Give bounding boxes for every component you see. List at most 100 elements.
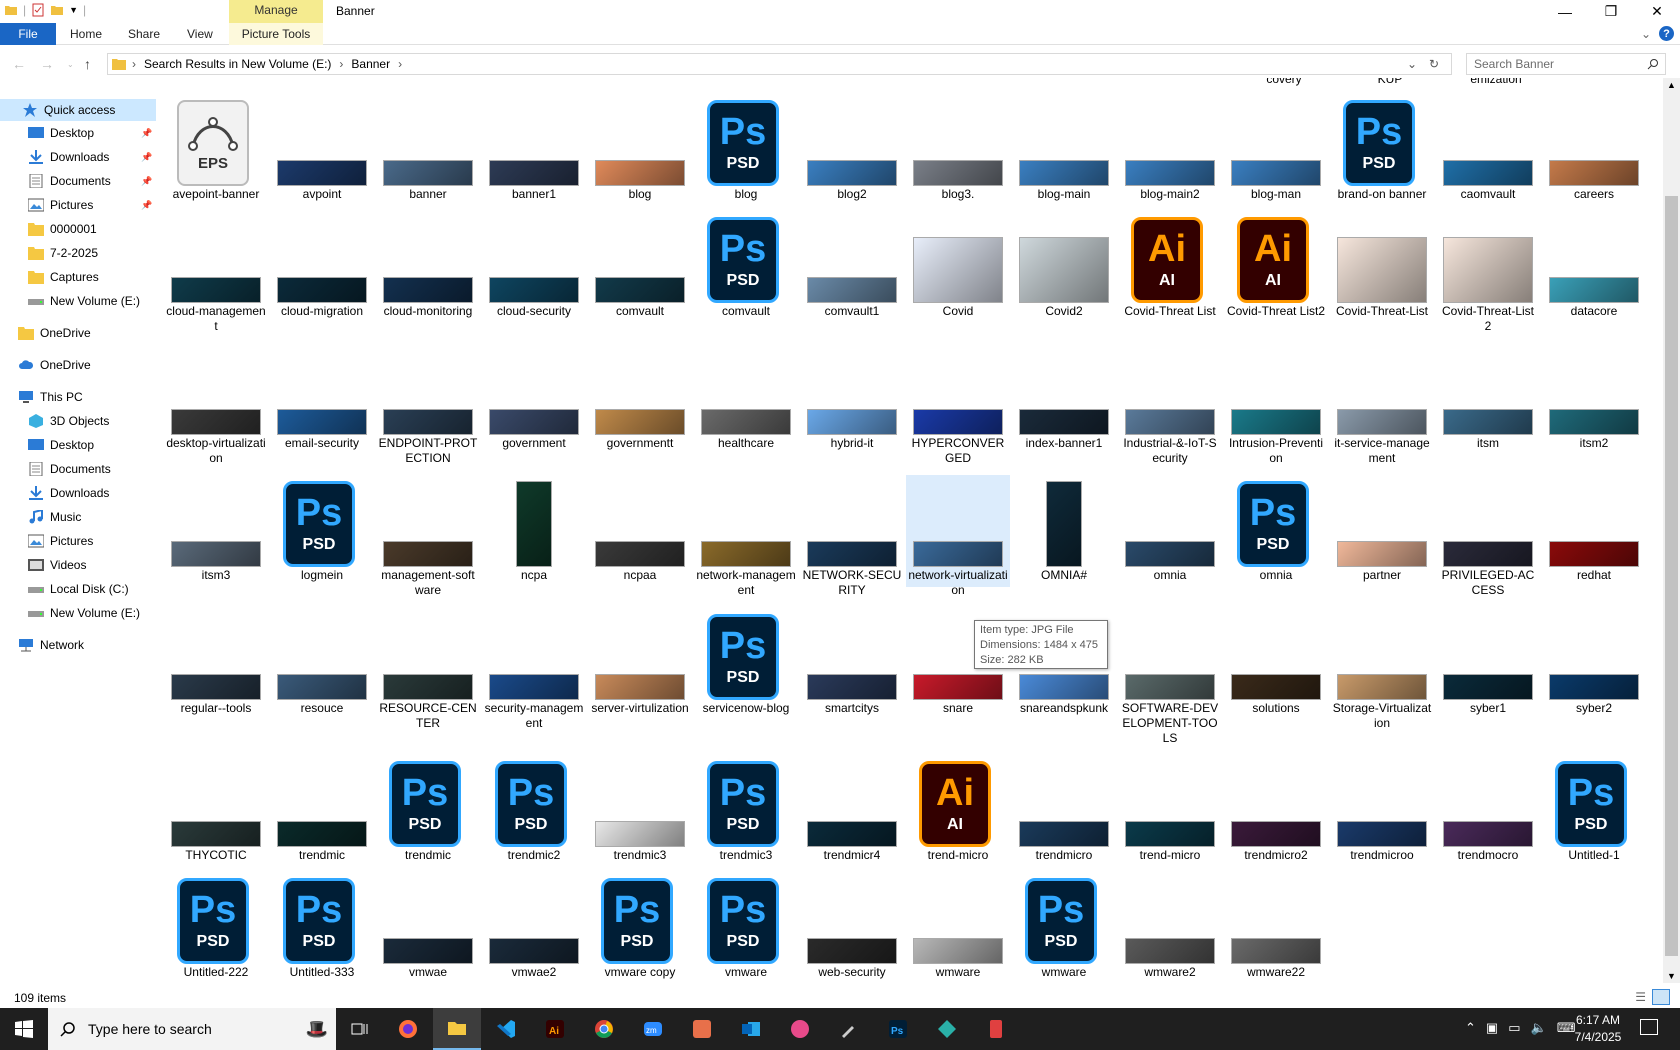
file-item[interactable]: Ps PSD Untitled-333 — [270, 872, 374, 983]
file-item[interactable]: management-software — [376, 475, 480, 597]
file-item[interactable]: wmware22 — [1224, 872, 1328, 983]
file-item[interactable]: Ps PSD trendmic3 — [694, 755, 798, 867]
file-item[interactable]: trendmicro2 — [1224, 755, 1328, 867]
nav-item-network[interactable]: Network — [0, 634, 156, 656]
file-item[interactable]: regular--tools — [164, 608, 268, 720]
device-icon[interactable]: ▣ — [1486, 1020, 1498, 1036]
start-button[interactable] — [0, 1008, 48, 1050]
file-item[interactable]: Industrial-&-IoT-Security — [1118, 343, 1222, 465]
file-item[interactable]: cloud-migration — [270, 211, 374, 323]
taskbar-app-pink[interactable] — [776, 1008, 824, 1050]
nav-item-pictures[interactable]: Pictures 📌 — [0, 194, 156, 216]
file-item[interactable]: redhat — [1542, 475, 1646, 587]
taskbar-file-explorer[interactable] — [433, 1008, 481, 1050]
file-item[interactable]: Ps PSD trendmic — [376, 755, 480, 867]
file-item[interactable]: omnia — [1118, 475, 1222, 587]
chevron-right-icon[interactable]: › — [339, 57, 343, 71]
file-item[interactable]: Ps PSD trendmic2 — [482, 755, 586, 867]
file-item[interactable]: Ps PSD brand-on banner — [1330, 94, 1434, 206]
notifications-icon[interactable] — [1640, 1019, 1658, 1035]
scroll-down-icon[interactable]: ▼ — [1667, 971, 1676, 981]
pin-icon[interactable]: 📌 — [141, 200, 152, 211]
address-dropdown-icon[interactable]: ⌄ — [1407, 57, 1417, 71]
file-item[interactable]: cloud-security — [482, 211, 586, 323]
file-item[interactable]: healthcare — [694, 343, 798, 455]
vertical-scrollbar[interactable]: ▲ ▼ — [1663, 78, 1680, 983]
file-item[interactable]: Storage-Virtualization — [1330, 608, 1434, 730]
nav-item-documents[interactable]: Documents 📌 — [0, 170, 156, 192]
file-item[interactable]: avpoint — [270, 94, 374, 206]
recent-locations-icon[interactable]: ⌄ — [67, 60, 74, 69]
file-item[interactable]: trendmic — [270, 755, 374, 867]
file-item[interactable]: vmwae — [376, 872, 480, 983]
taskbar-firefox[interactable] — [384, 1008, 432, 1050]
file-item[interactable]: Ps PSD servicenow-blog — [694, 608, 798, 720]
taskbar-app-orange[interactable] — [678, 1008, 726, 1050]
nav-item-documents[interactable]: Documents — [0, 458, 156, 480]
file-item[interactable]: Ps PSD logmein — [270, 475, 374, 587]
file-item[interactable]: trendmicr4 — [800, 755, 904, 867]
file-item[interactable]: Covid2 — [1012, 211, 1116, 323]
file-item[interactable]: blog — [588, 94, 692, 206]
chevron-up-icon[interactable]: ⌃ — [1465, 1020, 1476, 1036]
file-item[interactable]: hybrid-it — [800, 343, 904, 455]
file-item[interactable]: comvault1 — [800, 211, 904, 323]
file-item[interactable]: caomvault — [1436, 94, 1540, 206]
up-arrow-icon[interactable]: ↑ — [84, 56, 91, 72]
refresh-icon[interactable]: ↻ — [1429, 57, 1439, 71]
scrollbar-thumb[interactable] — [1665, 196, 1678, 956]
nav-item-quick-access[interactable]: Quick access — [0, 99, 156, 121]
scroll-up-icon[interactable]: ▲ — [1667, 80, 1676, 90]
file-item[interactable]: wmware2 — [1118, 872, 1222, 983]
file-item[interactable]: Ps PSD blog — [694, 94, 798, 206]
nav-item-downloads[interactable]: Downloads 📌 — [0, 146, 156, 168]
file-item[interactable]: ENDPOINT-PROTECTION — [376, 343, 480, 465]
file-item[interactable]: trendmic3 — [588, 755, 692, 867]
manage-context-tab[interactable]: Manage — [229, 0, 323, 23]
taskbar-outlook[interactable] — [727, 1008, 775, 1050]
file-item[interactable]: desktop-virtualization — [164, 343, 268, 465]
file-item[interactable]: vmwae2 — [482, 872, 586, 983]
file-item[interactable]: cloud-monitoring — [376, 211, 480, 323]
nav-item-0000001[interactable]: 0000001 — [0, 218, 156, 240]
taskbar-vscode[interactable] — [482, 1008, 530, 1050]
nav-item-7-2-2025[interactable]: 7-2-2025 — [0, 242, 156, 264]
file-item[interactable]: trendmicroo — [1330, 755, 1434, 867]
file-item[interactable]: blog-man — [1224, 94, 1328, 206]
taskbar-photoshop[interactable]: Ps — [874, 1008, 922, 1050]
new-folder-icon[interactable] — [50, 3, 64, 17]
file-item[interactable]: email-security — [270, 343, 374, 455]
folder-icon[interactable] — [4, 3, 18, 17]
file-item[interactable]: server-virtulization — [588, 608, 692, 720]
back-arrow-icon[interactable]: ← — [12, 56, 26, 72]
pin-icon[interactable]: 📌 — [141, 128, 152, 139]
file-item[interactable]: trendmocro — [1436, 755, 1540, 867]
nav-item-local-disk-c-[interactable]: Local Disk (C:) — [0, 578, 156, 600]
nav-item-captures[interactable]: Captures — [0, 266, 156, 288]
large-icons-view-icon[interactable] — [1652, 989, 1670, 1005]
file-item[interactable]: syber2 — [1542, 608, 1646, 720]
file-item[interactable]: blog3. — [906, 94, 1010, 206]
file-item[interactable]: web-security — [800, 872, 904, 983]
file-item[interactable]: itsm2 — [1542, 343, 1646, 455]
file-item[interactable]: security-management — [482, 608, 586, 730]
file-item[interactable]: itsm3 — [164, 475, 268, 587]
file-item[interactable]: smartcitys — [800, 608, 904, 720]
file-item[interactable]: Covid — [906, 211, 1010, 323]
search-box[interactable]: Search Banner — [1466, 53, 1666, 75]
file-item[interactable]: blog-main2 — [1118, 94, 1222, 206]
file-item[interactable]: careers — [1542, 94, 1646, 206]
partial-file-label[interactable]: emization — [1444, 78, 1548, 86]
task-view-button[interactable] — [336, 1008, 384, 1050]
partial-file-label[interactable]: covery — [1232, 78, 1336, 86]
file-item[interactable]: blog-main — [1012, 94, 1116, 206]
breadcrumb-search-results[interactable]: Search Results in New Volume (E:) — [144, 57, 331, 71]
file-item[interactable]: Ps PSD Untitled-1 — [1542, 755, 1646, 867]
taskbar-illustrator[interactable]: Ai — [531, 1008, 579, 1050]
address-bar[interactable]: › Search Results in New Volume (E:) › Ba… — [107, 53, 1452, 75]
file-item[interactable]: RESOURCE-CENTER — [376, 608, 480, 730]
nav-item-pictures[interactable]: Pictures — [0, 530, 156, 552]
file-item[interactable]: government — [482, 343, 586, 455]
file-item[interactable]: solutions — [1224, 608, 1328, 720]
taskbar-zoom[interactable]: zm — [629, 1008, 677, 1050]
